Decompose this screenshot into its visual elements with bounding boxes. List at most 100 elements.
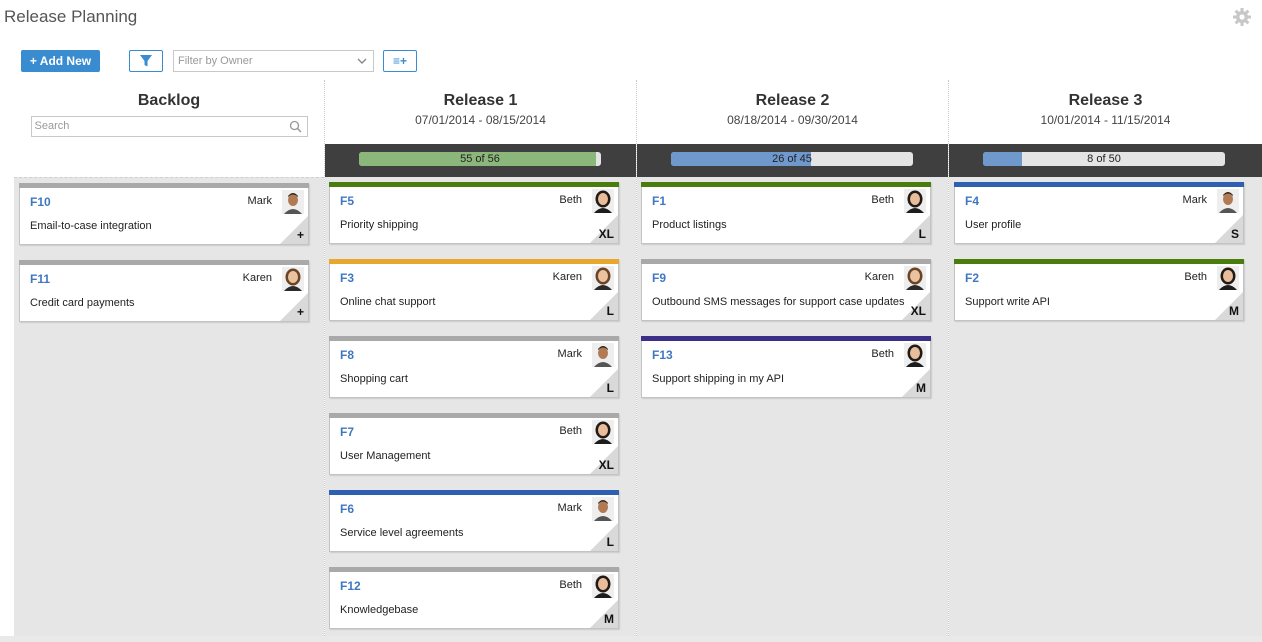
card-color-stripe <box>641 182 931 187</box>
release-name: Release 2 <box>755 92 830 109</box>
card-size-badge: + <box>296 305 304 319</box>
card-color-stripe <box>329 567 619 572</box>
card-size-badge: L <box>918 227 926 241</box>
card-color-stripe <box>19 183 309 188</box>
release-header: Release 2 08/18/2014 - 09/30/2014 <box>637 80 948 144</box>
feature-id-link[interactable]: F11 <box>30 272 50 286</box>
feature-card[interactable]: F4 Mark User profile S <box>954 182 1244 244</box>
avatar-beth-icon <box>592 420 614 444</box>
feature-card[interactable]: F6 Mark Service level agreements L <box>329 490 619 552</box>
avatar-karen-icon <box>904 266 926 290</box>
card-color-stripe <box>329 336 619 341</box>
feature-card[interactable]: F9 Karen Outbound SMS messages for support… <box>641 259 931 321</box>
release-lane: F4 Mark User profile S F2 Beth Support write A… <box>949 177 1262 636</box>
card-color-stripe <box>329 259 619 264</box>
card-size-badge: M <box>1229 304 1239 318</box>
card-owner: Beth <box>871 348 894 360</box>
capacity-progress-bar: 26 of 45 <box>671 152 913 166</box>
card-title: Credit card payments <box>30 297 135 309</box>
add-list-button[interactable]: ≡+ <box>383 50 417 72</box>
filter-button[interactable] <box>129 50 163 72</box>
card-color-stripe <box>641 259 931 264</box>
gear-icon[interactable] <box>1232 7 1252 27</box>
feature-card[interactable]: F12 Beth Knowledgebase M <box>329 567 619 629</box>
feature-card[interactable]: F2 Beth Support write API M <box>954 259 1244 321</box>
capacity-band: 8 of 50 <box>949 144 1262 177</box>
card-owner: Beth <box>559 425 582 437</box>
feature-id-link[interactable]: F10 <box>30 195 51 209</box>
feature-id-link[interactable]: F13 <box>652 348 673 362</box>
page-title: Release Planning <box>4 7 138 26</box>
card-owner: Karen <box>864 271 894 283</box>
owner-filter-select[interactable]: Filter by Owner <box>173 50 374 72</box>
feature-card[interactable]: F3 Karen Online chat support L <box>329 259 619 321</box>
avatar-beth-icon <box>904 343 926 367</box>
card-title: Support write API <box>965 296 1050 308</box>
add-new-button[interactable]: + Add New <box>21 50 100 72</box>
avatar-beth-icon <box>592 189 614 213</box>
release-lane: F1 Beth Product listings L F9 Karen Outbound S… <box>637 177 948 636</box>
feature-card[interactable]: F8 Mark Shopping cart L <box>329 336 619 398</box>
feature-id-link[interactable]: F2 <box>965 271 979 285</box>
card-title: User profile <box>965 219 1022 231</box>
card-size-badge: L <box>606 304 614 318</box>
feature-id-link[interactable]: F6 <box>340 502 354 516</box>
capacity-progress-bar: 55 of 56 <box>359 152 601 166</box>
avatar-beth-icon <box>592 574 614 598</box>
card-size-badge: XL <box>598 227 614 241</box>
feature-id-link[interactable]: F4 <box>965 194 979 208</box>
card-owner: Mark <box>247 195 272 207</box>
feature-card[interactable]: F1 Beth Product listings L <box>641 182 931 244</box>
progress-label: 55 of 56 <box>460 153 500 165</box>
progress-label: 26 of 45 <box>772 153 812 165</box>
feature-card[interactable]: F5 Beth Priority shipping XL <box>329 182 619 244</box>
release-column: Release 1 07/01/2014 - 08/15/2014 55 of … <box>325 80 636 636</box>
capacity-band: 26 of 45 <box>637 144 948 177</box>
card-size-badge: M <box>916 381 926 395</box>
release-header: Release 3 10/01/2014 - 11/15/2014 <box>949 80 1262 144</box>
card-color-stripe <box>329 182 619 187</box>
feature-card[interactable]: F11 Karen Credit card payments + <box>19 260 309 322</box>
feature-card[interactable]: F10 Mark Email-to-case integration + <box>19 183 309 245</box>
card-size-badge: M <box>604 612 614 626</box>
capacity-progress-bar: 8 of 50 <box>983 152 1225 166</box>
card-title: Product listings <box>652 219 727 231</box>
release-dates: 08/18/2014 - 09/30/2014 <box>727 113 858 127</box>
backlog-lane: F10 Mark Email-to-case integration + F11 Kare… <box>14 177 324 636</box>
feature-id-link[interactable]: F9 <box>652 271 666 285</box>
feature-card[interactable]: F7 Beth User Management XL <box>329 413 619 475</box>
avatar-mark-icon <box>592 343 614 367</box>
progress-label: 8 of 50 <box>1087 153 1121 165</box>
card-size-badge: S <box>1230 227 1239 241</box>
backlog-column: Backlog Search F10 Mark Email-to-case inte… <box>14 80 324 636</box>
card-size-badge: L <box>606 535 614 549</box>
feature-card[interactable]: F13 Beth Support shipping in my API M <box>641 336 931 398</box>
card-owner: Mark <box>557 348 582 360</box>
search-placeholder: Search <box>34 120 70 132</box>
search-input[interactable]: Search <box>30 116 308 137</box>
card-color-stripe <box>329 490 619 495</box>
avatar-mark-icon <box>282 190 304 214</box>
chevron-down-icon <box>357 58 367 64</box>
release-name: Release 1 <box>443 92 518 109</box>
feature-id-link[interactable]: F3 <box>340 271 354 285</box>
card-title: Priority shipping <box>340 219 419 231</box>
release-board: Backlog Search F10 Mark Email-to-case inte… <box>14 80 1262 636</box>
owner-filter-placeholder: Filter by Owner <box>178 55 253 67</box>
feature-id-link[interactable]: F12 <box>340 579 361 593</box>
avatar-karen-icon <box>592 266 614 290</box>
feature-id-link[interactable]: F5 <box>340 194 354 208</box>
horizontal-scrollbar[interactable] <box>0 636 1262 642</box>
feature-id-link[interactable]: F8 <box>340 348 354 362</box>
feature-id-link[interactable]: F7 <box>340 425 354 439</box>
release-lane: F5 Beth Priority shipping XL F3 Karen Online c… <box>325 177 636 636</box>
card-color-stripe <box>329 413 619 418</box>
card-owner: Beth <box>559 194 582 206</box>
feature-id-link[interactable]: F1 <box>652 194 666 208</box>
card-title: Knowledgebase <box>340 604 419 616</box>
release-column: Release 2 08/18/2014 - 09/30/2014 26 of … <box>637 80 948 636</box>
avatar-beth-icon <box>904 189 926 213</box>
card-title: Online chat support <box>340 296 436 308</box>
card-title: Outbound SMS messages for support case u… <box>652 296 905 308</box>
avatar-karen-icon <box>282 267 304 291</box>
